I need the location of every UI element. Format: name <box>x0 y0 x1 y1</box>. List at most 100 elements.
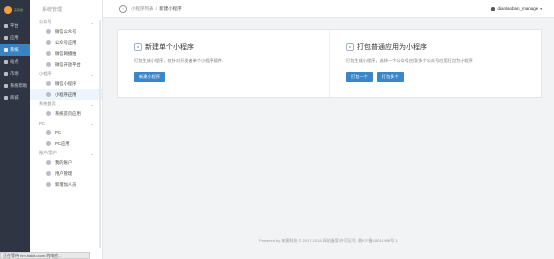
home-icon <box>46 111 51 116</box>
sidebar-item-label: 微信公众号 <box>55 28 77 34</box>
shop-icon <box>4 96 8 100</box>
app-icon <box>46 92 51 97</box>
sidebar-item-label: 新增加人员 <box>55 181 77 187</box>
sidebar-item-label: PC应用 <box>55 140 70 146</box>
icon-rail: 来客推 平台 应用 系统 站点 市场 系统帮助 商城 <box>0 0 30 259</box>
sidebar-item-label: 微信小程序 <box>55 80 77 86</box>
grid-icon <box>4 36 8 40</box>
chevron-down-icon: ⌄ <box>90 101 94 107</box>
gear-icon <box>4 48 8 52</box>
sidebar-section-header[interactable]: PC ⌄ <box>30 119 102 127</box>
rail-item-label: 市场 <box>10 71 19 76</box>
sidebar-item-homepage-apps[interactable]: 系统首页应用 <box>30 108 102 119</box>
sidebar-item-my-account[interactable]: 我的账户 <box>30 157 102 168</box>
rail-item-label: 系统 <box>10 47 19 52</box>
package-one-button[interactable]: 打包一个 <box>346 72 373 82</box>
browser-status-bar: 正在等待 hm.baidu.com 的响应... <box>0 252 90 259</box>
sidebar-title: 系统管理 <box>42 6 63 13</box>
sidebar-item-label: 微信开放平台 <box>55 61 81 67</box>
sidebar-section-header[interactable]: 系统首页 ⌄ <box>30 100 102 108</box>
help-icon <box>4 84 8 88</box>
rail-item-label: 应用 <box>10 35 19 40</box>
sidebar: 系统管理 公众号 ⌄ 微信公众号 公众号应用 微信网播拍 微信开放平台 小程序 ⌄ … <box>30 0 103 259</box>
create-miniprogram-card: 新建单个小程序 打包生成小程序，仅针对开发者单个小程序插件. 新建小程序 打包普… <box>117 29 542 98</box>
chevron-down-icon: ⌄ <box>90 19 94 25</box>
rail-item-label: 商城 <box>10 95 19 100</box>
back-button[interactable]: ‹ <box>119 4 127 13</box>
top-header: ‹ 小程序列表 / 新建小程序 dianlaoban_manage ▾ <box>103 0 554 18</box>
chevron-down-icon: ⌄ <box>90 150 94 156</box>
chevron-left-icon: ‹ <box>122 6 124 11</box>
sidebar-item-miniprogram-apps[interactable]: 小程序应用 <box>30 89 102 100</box>
sidebar-item-label: 用户管理 <box>55 170 73 176</box>
panel-description: 打包生成小程序，选择一个公众号应用/多个公众号应用打包为小程序 <box>346 58 473 63</box>
market-icon <box>4 72 8 76</box>
sidebar-item-wechat-official[interactable]: 微信公众号 <box>30 26 102 37</box>
app-logo[interactable]: 来客推 <box>0 0 30 20</box>
section-label: PC <box>39 120 45 126</box>
section-label: 账户/用户 <box>39 150 57 155</box>
rail-item-apps[interactable]: 应用 <box>0 32 30 44</box>
footer: Powered by 来客科技 © 2017-2018 网站备案/许可证号: 湘… <box>259 238 398 243</box>
chevron-down-icon: ⌄ <box>90 71 94 77</box>
users-icon <box>46 171 51 176</box>
breadcrumb-parent-link[interactable]: 小程序列表 <box>131 6 154 11</box>
app-icon <box>46 141 51 146</box>
pc-icon <box>46 130 51 135</box>
user-icon <box>491 6 496 11</box>
home-icon <box>4 24 8 28</box>
panel-title: 打包普通应用为小程序 <box>357 44 427 51</box>
sidebar-item-wechat-miniprogram[interactable]: 微信小程序 <box>30 78 102 89</box>
panel-description: 打包生成小程序，仅针对开发者单个小程序插件. <box>134 58 224 63</box>
wechat-icon <box>46 29 51 34</box>
sidebar-item-wechat-photo[interactable]: 微信网播拍 <box>30 48 102 59</box>
rail-item-help[interactable]: 系统帮助 <box>0 80 30 92</box>
sidebar-item-label: 小程序应用 <box>55 91 77 97</box>
site-icon <box>4 60 8 64</box>
logo-icon <box>4 6 12 14</box>
section-label: 小程序 <box>39 71 52 76</box>
chevron-down-icon: ⌄ <box>90 120 94 126</box>
package-icon <box>346 43 354 51</box>
logo-text: 来客推 <box>14 7 24 12</box>
sidebar-section-header[interactable]: 公众号 ⌄ <box>30 18 102 26</box>
sidebar-item-pc[interactable]: PC <box>30 127 102 138</box>
sidebar-item-label: 我的账户 <box>55 159 73 165</box>
camera-icon <box>46 51 51 56</box>
rail-item-platform[interactable]: 平台 <box>0 20 30 32</box>
section-label: 公众号 <box>39 19 52 24</box>
sidebar-item-label: 系统首页应用 <box>55 110 81 116</box>
sidebar-item-pc-apps[interactable]: PC应用 <box>30 138 102 149</box>
caret-down-icon: ▾ <box>540 6 542 11</box>
sidebar-item-label: 微信网播拍 <box>55 50 77 56</box>
rail-item-shop[interactable]: 商城 <box>0 92 30 104</box>
miniprogram-icon <box>134 43 142 51</box>
rail-item-label: 系统帮助 <box>10 83 28 88</box>
panel-title: 新建单个小程序 <box>145 44 194 51</box>
sidebar-section-header[interactable]: 账户/用户 ⌄ <box>30 149 102 157</box>
user-icon <box>46 160 51 165</box>
miniprogram-icon <box>46 81 51 86</box>
user-add-icon <box>46 182 51 187</box>
app-icon <box>46 40 51 45</box>
package-multiple-button[interactable]: 打包多个 <box>376 72 404 82</box>
sidebar-item-label: PC <box>55 130 61 135</box>
panel-package-app: 打包普通应用为小程序 打包生成小程序，选择一个公众号应用/多个公众号应用打包为小… <box>329 30 541 97</box>
sidebar-item-add-staff[interactable]: 新增加人员 <box>30 179 102 190</box>
sidebar-item-open-platform[interactable]: 微信开放平台 <box>30 59 102 70</box>
rail-item-site[interactable]: 站点 <box>0 56 30 68</box>
sidebar-item-user-management[interactable]: 用户管理 <box>30 168 102 179</box>
new-miniprogram-button[interactable]: 新建小程序 <box>134 72 165 82</box>
sidebar-scrollbar[interactable] <box>99 20 101 248</box>
rail-item-label: 平台 <box>10 23 19 28</box>
sidebar-item-official-apps[interactable]: 公众号应用 <box>30 37 102 48</box>
user-menu[interactable]: dianlaoban_manage ▾ <box>491 6 542 11</box>
section-label: 系统首页 <box>39 101 56 106</box>
breadcrumb-current: 新建小程序 <box>159 5 182 11</box>
sidebar-section-header[interactable]: 小程序 ⌄ <box>30 70 102 78</box>
breadcrumb-separator: / <box>155 5 158 11</box>
panel-new-single: 新建单个小程序 打包生成小程序，仅针对开发者单个小程序插件. 新建小程序 <box>118 30 329 97</box>
rail-item-market[interactable]: 市场 <box>0 68 30 80</box>
rail-item-system[interactable]: 系统 <box>0 44 30 56</box>
sidebar-item-label: 公众号应用 <box>55 39 77 45</box>
